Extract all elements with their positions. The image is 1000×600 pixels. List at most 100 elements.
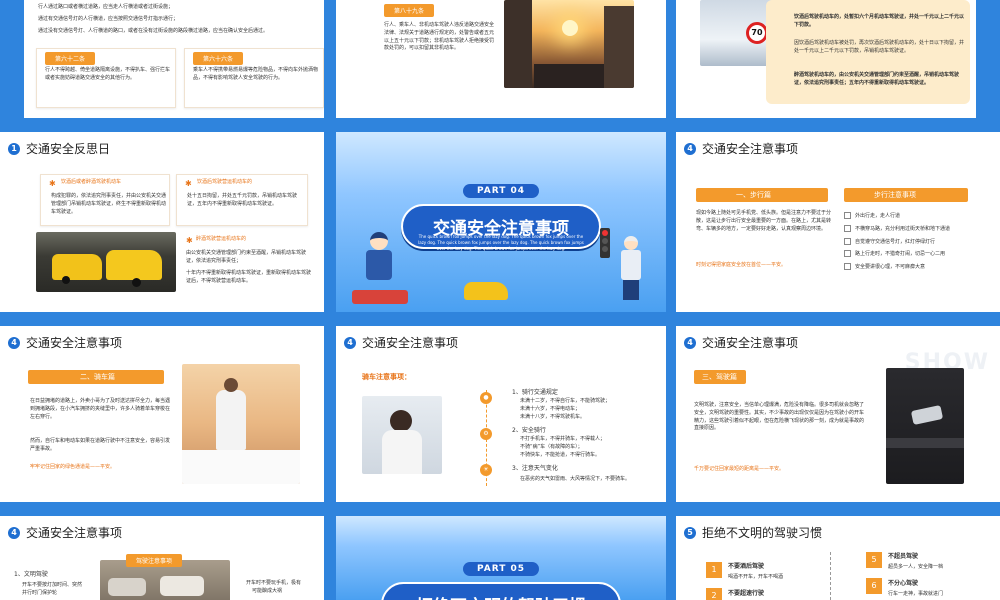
info-card-title: 饮酒后驾驶营运机动车的 bbox=[197, 179, 253, 185]
divider bbox=[830, 552, 831, 600]
group-title: 2、安全骑行 bbox=[512, 427, 546, 434]
info-card-text: 由公安机关交通管理部门约束至酒醒，吊销机动车驾驶证，依法追究刑事责任； bbox=[186, 250, 307, 264]
star-icon: ✱ bbox=[185, 179, 192, 188]
slide-thumb-1[interactable]: 行人通过路口或者横过道路，应当走人行横道或者过街设施； 通过有交通信号灯的人行横… bbox=[24, 0, 324, 118]
item-number: 6 bbox=[866, 578, 882, 594]
checklist-item: 自觉遵守交通信号灯，红灯停绿灯行 bbox=[844, 237, 994, 247]
slide-thumb-9[interactable]: 4 交通安全注意事项 SHOW 三、驾驶篇 文明驾驶，注意安全，当信单心理爆满，… bbox=[676, 326, 1000, 502]
highlight-text: 时刻记得把家庭安全放在首位——平安。 bbox=[696, 262, 787, 268]
taxi-photo bbox=[36, 232, 176, 292]
slide-thumb-10[interactable]: 4 交通安全注意事项 1、文明驾驶 开车不要按灯加时间、突然 并行时门保护轮 驾… bbox=[0, 516, 324, 600]
seatbelt-photo bbox=[886, 368, 964, 484]
traffic-light-icon bbox=[600, 228, 610, 258]
slide-thumb-3[interactable]: 70 饮酒后驾驶机动车的，处暂扣六个月机动车驾驶证，并处一千元以上二千元以下罚款… bbox=[676, 0, 976, 118]
slide-title: 交通安全反思日 bbox=[26, 142, 111, 156]
podium bbox=[352, 290, 408, 304]
checklist-item: 外出行走，走人行道 bbox=[844, 212, 994, 221]
checkbox-icon bbox=[844, 224, 851, 232]
location-icon: ● bbox=[480, 392, 492, 404]
slide-thumb-2[interactable]: 第八十九条 行人、乘车人、非机动车驾驶人违反道路交通安全法律、法规关于道路通行规… bbox=[336, 0, 666, 118]
penalty-text: 醉酒驾驶机动车的，由公安机关交通管理部门约束至酒醒，吊销机动车驾驶证，依法追究刑… bbox=[794, 72, 960, 86]
section-number: 4 bbox=[8, 336, 20, 349]
article-label: 第六十六条 bbox=[193, 52, 244, 65]
star-icon: ✱ bbox=[49, 179, 56, 188]
info-card: ✱ 饮酒后驾驶营运机动车的 处十五日拘留，并处五千元罚款，吊销机动车驾驶证，五年… bbox=[176, 174, 308, 226]
slide-header: 4 交通安全注意事项 bbox=[8, 334, 122, 351]
slide-thumb-4[interactable]: 1 交通安全反思日 ✱ 饮酒后或者醉酒驾驶机动车 构成犯罪的，依法追究刑事责任，… bbox=[0, 132, 324, 312]
body-text: 然而，自行车和电动车如果在道路行驶中不注意安全，容易引发严重事故。 bbox=[30, 438, 171, 452]
office-meeting-photo bbox=[182, 364, 300, 484]
list-item: 开车时不要玩手机，极有 bbox=[246, 580, 302, 586]
part-label: PART 05 bbox=[462, 562, 540, 576]
checkbox-icon bbox=[844, 237, 851, 245]
speed-sign-icon: 70 bbox=[746, 22, 768, 44]
item-title: 不要酒后驾驶 bbox=[728, 563, 765, 570]
list-item: 并行时门保护轮 bbox=[22, 590, 58, 596]
group-item: 在恶劣的天气如雷雨、大风等情况下，不要骑车。 bbox=[520, 476, 631, 482]
section-number: 4 bbox=[684, 142, 696, 155]
slide-thumb-7[interactable]: 4 交通安全注意事项 二、骑车篇 在日益拥堵的道路上，外卖小哥为了及时送达拼尽全… bbox=[0, 326, 324, 502]
group-title: 1、骑行交通规定 bbox=[512, 389, 558, 396]
checklist-item: 不横穿马路，充分利用过街天桥和地下通道 bbox=[844, 224, 994, 234]
yellow-car-icon bbox=[464, 282, 508, 300]
group-item: 不骑快车，不能抢道，不得行骑车。 bbox=[520, 452, 601, 458]
list-item: 开车不要按灯加时间、突然 bbox=[22, 582, 83, 588]
section-pill: 三、驾驶篇 bbox=[702, 373, 737, 381]
slide-thumb-12[interactable]: 5 拒绝不文明的驾驶习惯 1 不要酒后驾驶 喝酒不开车，开车不喝酒 2 不要超速… bbox=[676, 516, 1000, 600]
body-text: 现如今路上随处可见手机党、低头族。但是注意力不要过于分散，这是让步行出行安全最重… bbox=[696, 210, 832, 232]
group-title: 3、注意天气变化 bbox=[512, 465, 558, 472]
penalty-box: 饮酒后驾驶机动车的，处暂扣六个月机动车驾驶证，并处一千元以上二千元以下罚款。 因… bbox=[766, 0, 970, 104]
item-subtitle: 喝酒不开车，开车不喝酒 bbox=[728, 574, 784, 580]
group-item: 未满十六岁，不得电动车； bbox=[520, 406, 581, 412]
article-label: 第六十二条 bbox=[45, 52, 96, 65]
slide-thumb-8[interactable]: 4 交通安全注意事项 骑车注意事项： ● ⚙ ☀ 1、骑行交通规定 未满十二岁，… bbox=[336, 326, 666, 502]
info-card-text: 构成犯罪的，依法追究刑事责任，并由公安机关交通管理部门吊销机动车驾驶证，终生不得… bbox=[51, 193, 167, 215]
info-card-text: 处十五日拘留，并处五千元罚款，吊销机动车驾驶证，五年内不得重新取得机动车驾驶证。 bbox=[187, 193, 298, 207]
traffic-officer-icon bbox=[618, 236, 644, 306]
item-title: 不超员驾驶 bbox=[888, 553, 919, 560]
woman-portrait-photo bbox=[362, 396, 442, 474]
item-subtitle: 行车一走神，事故就进门 bbox=[888, 591, 944, 597]
highlight-text: 牢牢记住回家的绿色通道是——平安。 bbox=[30, 464, 116, 470]
article-text: 行人、乘车人、非机动车驾驶人违反道路交通安全法律、法规关于道路通行规定的，处警告… bbox=[384, 22, 495, 52]
section-pill: 步行注意事项 bbox=[874, 191, 916, 199]
section-cover: PART 05 拒绝不文明的驾驶习惯 bbox=[381, 556, 621, 600]
info-card-text: 十年内不得重新取得机动车驾驶证，重新取得机动车驾驶证后，不得驾驶营运机动车。 bbox=[186, 270, 312, 284]
info-card-title: 饮酒后或者醉酒驾驶机动车 bbox=[61, 179, 122, 185]
slide-header: 4 交通安全注意事项 bbox=[8, 524, 122, 541]
police-figure-icon bbox=[364, 232, 394, 292]
star-icon: ✱ bbox=[186, 236, 193, 245]
section-number: 1 bbox=[8, 142, 20, 155]
penalty-text: 饮酒后驾驶机动车的，处暂扣六个月机动车驾驶证，并处一千元以上二千元以下罚款。 bbox=[794, 14, 965, 28]
list-item: 可能酿成大祸 bbox=[252, 588, 283, 594]
slide-title: 交通安全注意事项 bbox=[26, 526, 123, 540]
checkbox-icon bbox=[844, 250, 851, 258]
article-card: 第六十六条 乘车人不得携带易燃易爆等危险物品，不得向车外抛洒物品，不得有影响驾驶… bbox=[184, 48, 324, 108]
slide-title: 交通安全注意事项 bbox=[26, 336, 123, 350]
article-label: 第八十九条 bbox=[384, 4, 435, 17]
section-number: 4 bbox=[8, 526, 20, 539]
checklist-item: 安全要讲很心理，不可麻痹大意 bbox=[844, 263, 994, 272]
group-item: 不打手机车，不得并骑车，不得载人； bbox=[520, 436, 606, 442]
section-pill: 二、骑车篇 bbox=[80, 373, 115, 381]
penalty-text: 因饮酒后驾驶机动车被处罚，再次饮酒后驾驶机动车的，处十日以下拘留，并处一千元以上… bbox=[794, 40, 965, 54]
slide-header: 1 交通安全反思日 bbox=[8, 140, 110, 157]
slide-paragraph: 行人通过路口或者横过道路，应当走人行横道或者过街设施； bbox=[38, 4, 174, 10]
slide-thumb-6[interactable]: 4 交通安全注意事项 一、步行篇 现如今路上随处可见手机党、低头族。但是注意力不… bbox=[676, 132, 1000, 312]
section-pill: 一、步行篇 bbox=[736, 191, 771, 199]
slide-thumb-11[interactable]: PART 05 拒绝不文明的驾驶习惯 bbox=[336, 516, 666, 600]
item-title: 不要超速行驶 bbox=[728, 590, 765, 597]
article-text: 乘车人不得携带易燃易爆等危险物品，不得向车外抛洒物品，不得有影响驾驶人安全驾驶的… bbox=[193, 67, 319, 81]
group-item: 未满十八岁，不得驾驶机车。 bbox=[520, 414, 586, 420]
item-number: 5 bbox=[866, 552, 882, 568]
item-number: 1 bbox=[706, 562, 722, 578]
body-text: 在日益拥堵的道路上，外卖小哥为了及时送达拼尽全力，每当遇到拥堵路段，在小汽车拥挤… bbox=[30, 398, 171, 420]
checkbox-icon bbox=[844, 263, 851, 270]
item-title: 不分心驾驶 bbox=[888, 580, 919, 587]
info-card: ✱ 饮酒后或者醉酒驾驶机动车 构成犯罪的，依法追究刑事责任，并由公安机关交通管理… bbox=[40, 174, 170, 226]
group-item: 不骑“病”车（有故障的车）； bbox=[520, 444, 583, 450]
slide-title: 交通安全注意事项 bbox=[702, 336, 799, 350]
list-title: 1、文明驾驶 bbox=[14, 571, 48, 578]
slide-thumb-5[interactable]: PART 04 交通安全注意事项 The quick brown fox jum… bbox=[336, 132, 666, 312]
part-label: PART 04 bbox=[462, 184, 540, 198]
